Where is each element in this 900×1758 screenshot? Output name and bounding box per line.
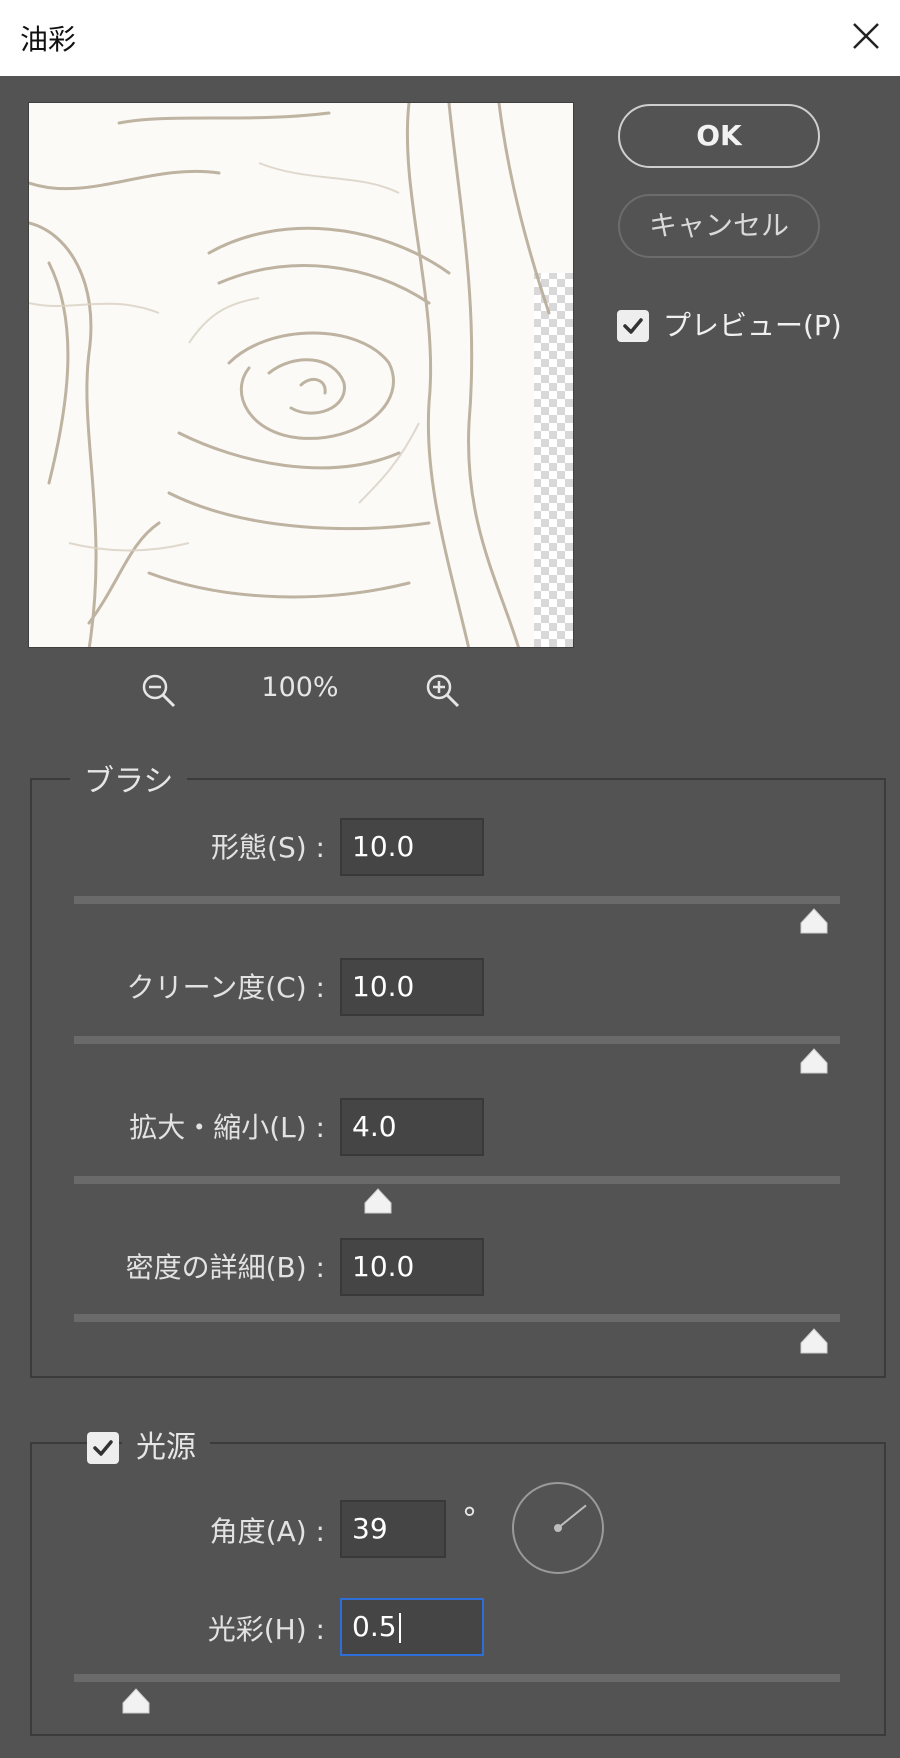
close-icon[interactable]: [846, 16, 886, 56]
text-caret: [398, 1613, 401, 1643]
check-icon: [623, 318, 643, 334]
slider-thumb-icon[interactable]: [799, 1048, 829, 1074]
preview-label[interactable]: プレビュー(P): [663, 304, 842, 344]
brush-legend: ブラシ: [70, 756, 188, 800]
stylization-slider[interactable]: [74, 896, 840, 904]
angle-label: 角度(A) :: [209, 1515, 325, 1548]
slider-thumb-icon[interactable]: [799, 1328, 829, 1354]
slider-thumb-icon[interactable]: [363, 1188, 393, 1214]
cancel-button[interactable]: キャンセル: [618, 194, 820, 258]
scale-label: 拡大・縮小(L) :: [129, 1111, 325, 1144]
zoom-in-icon[interactable]: [422, 670, 464, 712]
cleanliness-slider[interactable]: [74, 1036, 840, 1044]
stylization-input[interactable]: 10.0: [340, 818, 484, 876]
preview-image[interactable]: [28, 102, 574, 648]
check-icon: [93, 1440, 113, 1456]
shine-input[interactable]: 0.5: [340, 1598, 484, 1656]
shine-label: 光彩(H) :: [207, 1613, 325, 1646]
scale-slider[interactable]: [74, 1176, 840, 1184]
slider-thumb-icon[interactable]: [799, 908, 829, 934]
slider-thumb-icon[interactable]: [121, 1688, 151, 1714]
title-bar: 油彩: [0, 0, 900, 76]
cleanliness-input[interactable]: 10.0: [340, 958, 484, 1016]
stylization-label: 形態(S) :: [211, 831, 325, 864]
bristle-detail-input[interactable]: 10.0: [340, 1238, 484, 1296]
shine-value: 0.5: [352, 1610, 397, 1643]
scale-input[interactable]: 4.0: [340, 1098, 484, 1156]
angle-input[interactable]: 39: [340, 1500, 446, 1558]
angle-dial-icon[interactable]: [510, 1480, 606, 1576]
bristle-detail-slider[interactable]: [74, 1314, 840, 1322]
zoom-out-icon[interactable]: [138, 670, 180, 712]
ok-button[interactable]: OK: [618, 104, 820, 168]
zoom-level: 100%: [261, 672, 339, 703]
degree-unit: °: [462, 1502, 477, 1537]
preview-checkbox[interactable]: [617, 310, 649, 342]
bristle-detail-label: 密度の詳細(B) :: [125, 1251, 325, 1284]
shine-slider[interactable]: [74, 1674, 840, 1682]
lighting-group: [30, 1442, 886, 1736]
lighting-legend[interactable]: 光源: [122, 1422, 210, 1466]
window-title: 油彩: [20, 23, 77, 56]
cleanliness-label: クリーン度(C) :: [126, 971, 325, 1004]
lighting-checkbox[interactable]: [87, 1432, 119, 1464]
